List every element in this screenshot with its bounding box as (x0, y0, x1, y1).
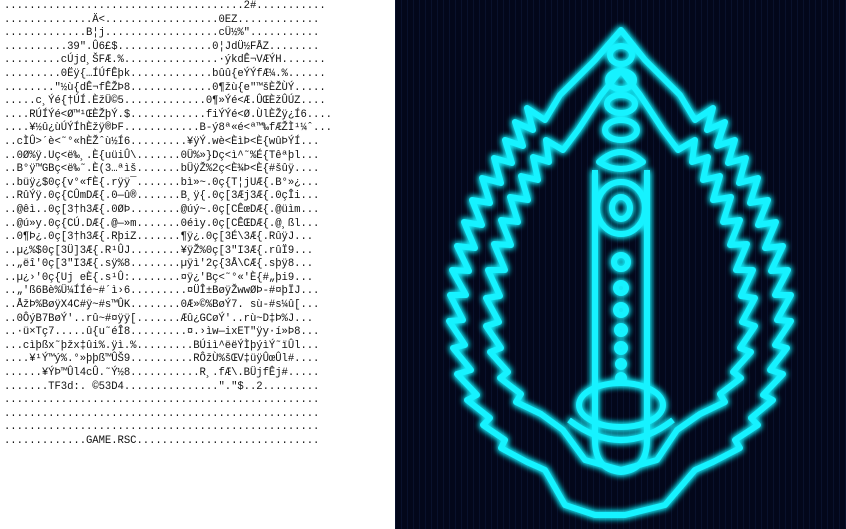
glyph-panel (395, 0, 846, 529)
ascii-line: ........................................… (4, 407, 320, 420)
ascii-line: ..@êì..0ç[3†h3Æ{.0ØÞ........@úý~.0ç[CÊœD… (4, 203, 320, 216)
ascii-line: ..cÌÛ>´è<˜°«hÈŽˆù½Í6.........¥ÿÝ.wè<ÈìÞ<… (4, 135, 320, 148)
ascii-line: ..„ëî'0ç[3"I3Æ{.sÿ%8........µÿì'2ç{3Å\CÆ… (4, 258, 314, 271)
ascii-line: ....¥½û¿ùÚÝÍhÈžÿ®ÞF............B-ý8ª«é<ª… (4, 122, 332, 135)
ascii-line: .............B¦j..................cÜ½%".… (4, 27, 320, 40)
ascii-line: ..RûÝÿ.0ç{CÛmDÆ{.0—û®.......B¸ÿ{.0ç[3Æj3… (4, 190, 320, 203)
ascii-line: ..µ¿›'0ç{Uj eÈ{.s¹Û:........¤ÿ¿'Bç<˜°«'È… (4, 271, 314, 284)
ascii-line: ..0Ø%ÿ.Uç<ë‰¸.È{uüiÛ\.......0Ü%»}Dç<ì^˜%… (4, 149, 320, 162)
ascii-line: ..ÅžÞ%BøÿX4C#ÿ~#s™ÛK........0Æ»©%BøÝ7. s… (4, 299, 320, 312)
ascii-line: ..........39".Û6£$...............0¦JdÜ½F… (4, 40, 320, 53)
ascii-line: .............GAME.RSC...................… (4, 435, 320, 447)
ascii-line: ..·ü×Tç7.....û{u˜éÎ8.........¤.›ìw—ixET"… (4, 326, 320, 339)
ascii-line: ..@ú»y.0ç{CÚ.DÆ{.@—»m.......0éìy.0ç[CÊŒD… (4, 217, 320, 230)
ascii-line: ........"½ù{dÊ¬fÊŽÞ8.............0¶žù{e"… (4, 81, 326, 94)
ascii-line: ........................................… (4, 421, 320, 434)
column-dot (615, 358, 627, 370)
ascii-line: ..............Ä<..................0EZ...… (4, 13, 320, 26)
ascii-line: ....¥¹Ý™ý%.°»þþß™ÛŠ9..........RÔžÙ%šŒV‡ü… (4, 353, 320, 366)
ascii-line: ........................................… (4, 394, 320, 407)
ascii-line: ..0¶Þ¿.0ç[3†h3Æ{.RþiZ.......¶ÿ¿.0ç[3É\3Æ… (4, 231, 314, 244)
ascii-dump-text: ......................................2#… (0, 0, 395, 449)
ascii-line: .........cÚjd¸ŠFÆ.%...............·ýkdÊ¬… (4, 54, 326, 67)
ascii-line: .....c¸Ýé{†ÚÍ.ÈžÜ©5.............0¶»Ýé<Æ.… (4, 95, 326, 108)
ascii-line: ..µ¿%$0ç[3Ü]3Æ{.R¹ÛJ........¥ÿŽ%0ç[3"I3Æ… (4, 244, 314, 257)
ascii-line: ....RÚÍÝé<Ø™¹ŒÈŽþÝ.$............fiÝÝé<Ø.… (4, 108, 332, 121)
ascii-line: ..0ÔýB7BøÝ'..rû~#¤ÿÿ[.......Æû¿GCøÝ'..rù… (4, 312, 314, 325)
ascii-line: .........0Ëÿ{…ÍÚfÊþk.............bûû{eÝÝ… (4, 67, 326, 80)
segmented-crest-icon (395, 0, 846, 529)
ascii-line: ...cìþßx˜þžx‡ûi%.ÿì.%.........BÚiì^ëëÝÌþ… (4, 339, 320, 352)
ascii-line: ..„'ß6Bè%Ü¼ÍÍé~#´ì›6.........¤ÜÎ±BøÿŽwwØ… (4, 285, 320, 298)
ascii-dump-panel: ......................................2#… (0, 0, 395, 529)
ascii-line: .......TF3d:. ©53D4..............."."$..… (4, 380, 320, 393)
ascii-line: ......¥ÝÞ™Ûl4cÛ.˜Ý½8...........R¸.fÆ\.BÜ… (4, 367, 320, 380)
ascii-line: ..büÿ¿$0ç{v°«fÈ{.rÿÿ¯.......bì»~.0ç{T¦jU… (4, 176, 320, 189)
ascii-line: ......................................2#… (4, 0, 326, 12)
ascii-line: ..B°ÿ™GBç<ë‰˜.È(3…ªìš.......bÜÿŽ%2ç<È¾Þ<… (4, 163, 320, 176)
